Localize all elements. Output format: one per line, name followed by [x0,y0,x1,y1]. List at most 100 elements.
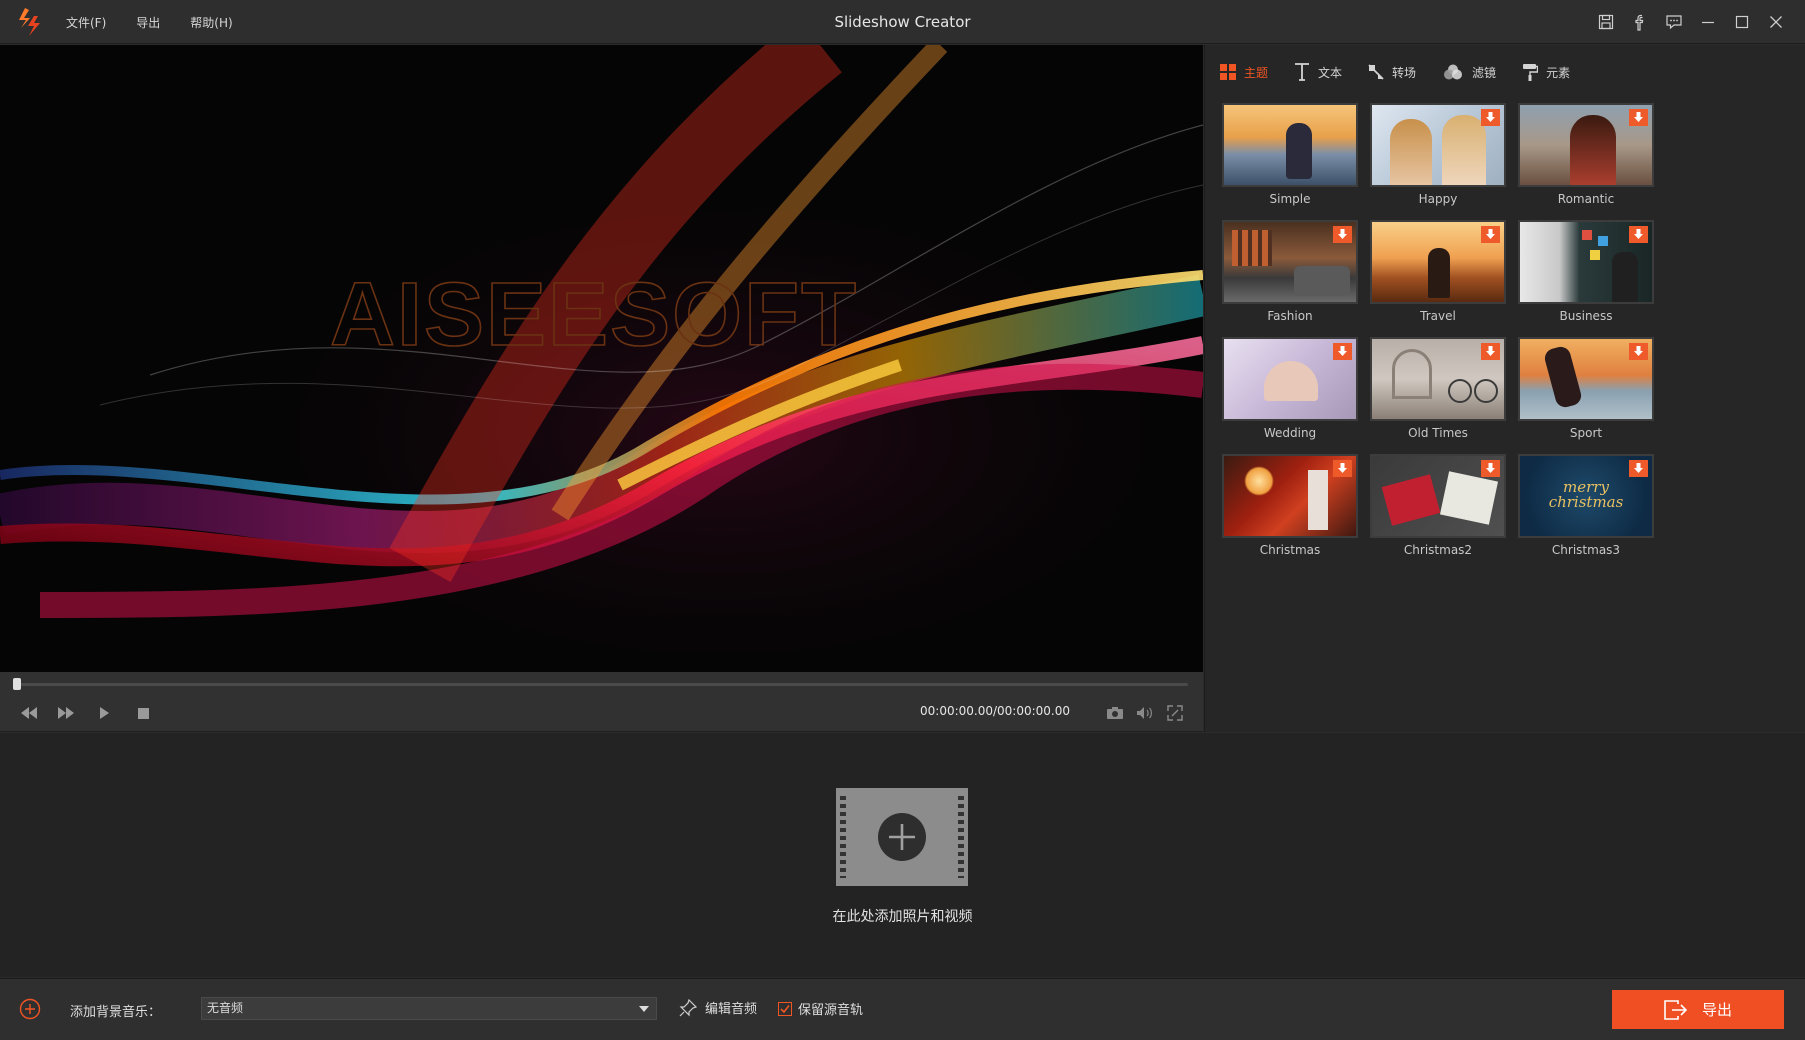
download-icon[interactable] [1333,343,1352,360]
add-media-button[interactable] [836,788,968,886]
time-display: 00:00:00.00/00:00:00.00 [920,704,1070,718]
menu-bar: 文件(F) 导出 帮助(H) [66,0,263,44]
theme-thumbnail [1370,103,1506,187]
minimize-icon[interactable] [1691,7,1725,37]
theme-name: Fashion [1267,309,1313,323]
fullscreen-icon[interactable] [1163,702,1187,724]
tab-theme-label: 主题 [1244,65,1269,80]
close-icon[interactable] [1759,7,1793,37]
download-icon[interactable] [1333,460,1352,477]
theme-business[interactable]: Business [1518,220,1654,328]
theme-thumbnail [1518,103,1654,187]
theme-thumbnail [1518,220,1654,304]
save-icon[interactable] [1589,7,1623,37]
export-label: 导出 [1701,1001,1732,1019]
download-icon[interactable] [1481,343,1500,360]
theme-thumbnail [1222,454,1358,538]
theme-fashion[interactable]: Fashion [1222,220,1358,328]
add-icon [877,812,927,866]
download-icon[interactable] [1629,343,1648,360]
download-icon[interactable] [1629,109,1648,126]
menu-help[interactable]: 帮助(H) [190,14,232,31]
tab-text[interactable]: 文本 [1294,63,1342,81]
theme-name: Travel [1420,309,1456,323]
text-icon [1294,63,1310,81]
theme-thumbnail [1370,220,1506,304]
feedback-icon[interactable] [1657,7,1691,37]
theme-grid: Simple Happy Romantic Fashion Travel Bus… [1222,103,1654,562]
theme-old-times[interactable]: Old Times [1370,337,1506,445]
download-icon[interactable] [1629,460,1648,477]
export-button[interactable]: 导出 [1612,990,1784,1029]
theme-happy[interactable]: Happy [1370,103,1506,211]
theme-travel[interactable]: Travel [1370,220,1506,328]
download-icon[interactable] [1333,226,1352,243]
theme-name: Christmas2 [1403,543,1473,557]
chevron-down-icon [639,1006,649,1012]
window-controls [1589,0,1793,44]
theme-thumbnail [1370,454,1506,538]
title-bar: 文件(F) 导出 帮助(H) Slideshow Creator [0,0,1805,44]
theme-thumbnail [1222,220,1358,304]
checkbox-checked-icon [778,1001,792,1016]
tab-transition-label: 转场 [1392,65,1417,80]
media-area: 在此处添加照片和视频 [0,733,1805,977]
theme-name: Wedding [1263,426,1317,440]
paint-roller-icon [1522,63,1539,81]
theme-wedding[interactable]: Wedding [1222,337,1358,445]
player-controls: 00:00:00.00/00:00:00.00 [0,672,1203,732]
edit-audio-label: 编辑音频 [705,1002,758,1017]
theme-sport[interactable]: Sport [1518,337,1654,445]
film-perforation [958,796,964,878]
preview-watermark: AISEESOFT [330,265,858,365]
download-icon[interactable] [1481,460,1500,477]
snapshot-icon[interactable] [1103,702,1127,724]
seek-handle[interactable] [13,678,21,690]
theme-thumbnail [1518,337,1654,421]
download-icon[interactable] [1629,226,1648,243]
theme-panel: 主题 文本 转场 滤镜 元素 Simple Happy Romantic Fas… [1204,45,1805,732]
tab-filter-label: 滤镜 [1472,65,1497,80]
volume-icon[interactable] [1133,702,1157,724]
add-music-icon[interactable] [19,998,41,1024]
tab-element-label: 元素 [1546,65,1571,80]
tab-filter[interactable]: 滤镜 [1442,64,1496,81]
fast-forward-icon[interactable] [54,702,78,724]
menu-export[interactable]: 导出 [136,14,160,31]
theme-simple[interactable]: Simple [1222,103,1358,211]
film-perforation [840,796,846,878]
background-music-select[interactable]: 无音频 [201,997,657,1020]
download-icon[interactable] [1481,109,1500,126]
facebook-icon[interactable] [1623,7,1657,37]
theme-name: Sport [1569,426,1603,440]
maximize-icon[interactable] [1725,7,1759,37]
download-icon[interactable] [1481,226,1500,243]
play-icon[interactable] [92,702,116,724]
theme-romantic[interactable]: Romantic [1518,103,1654,211]
video-preview: AISEESOFT [0,45,1203,672]
theme-name: Happy [1418,192,1458,206]
tab-element[interactable]: 元素 [1522,63,1570,81]
theme-christmas3[interactable]: merry christmas Christmas3 [1518,454,1654,562]
theme-christmas2[interactable]: Christmas2 [1370,454,1506,562]
edit-audio-button[interactable]: 编辑音频 [679,998,757,1017]
theme-thumbnail [1222,337,1358,421]
seek-bar[interactable] [16,683,1188,686]
theme-name: Simple [1269,192,1311,206]
tab-theme[interactable]: 主题 [1220,64,1268,81]
app-logo-icon [16,8,42,36]
rewind-icon[interactable] [17,702,41,724]
bottom-bar: 添加背景音乐： 无音频 编辑音频 保留源音轨 导出 [0,978,1805,1040]
theme-name: Old Times [1408,426,1468,440]
add-media-label: 在此处添加照片和视频 [832,909,973,925]
theme-thumbnail: merry christmas [1518,454,1654,538]
stop-icon[interactable] [131,702,155,724]
theme-christmas[interactable]: Christmas [1222,454,1358,562]
grid-icon [1220,64,1236,80]
filter-icon [1442,64,1464,80]
export-icon [1664,999,1688,1020]
theme-name: Christmas3 [1551,543,1621,557]
keep-source-audio-checkbox[interactable]: 保留源音轨 [778,999,863,1018]
menu-file[interactable]: 文件(F) [66,14,106,31]
tab-transition[interactable]: 转场 [1368,64,1416,81]
